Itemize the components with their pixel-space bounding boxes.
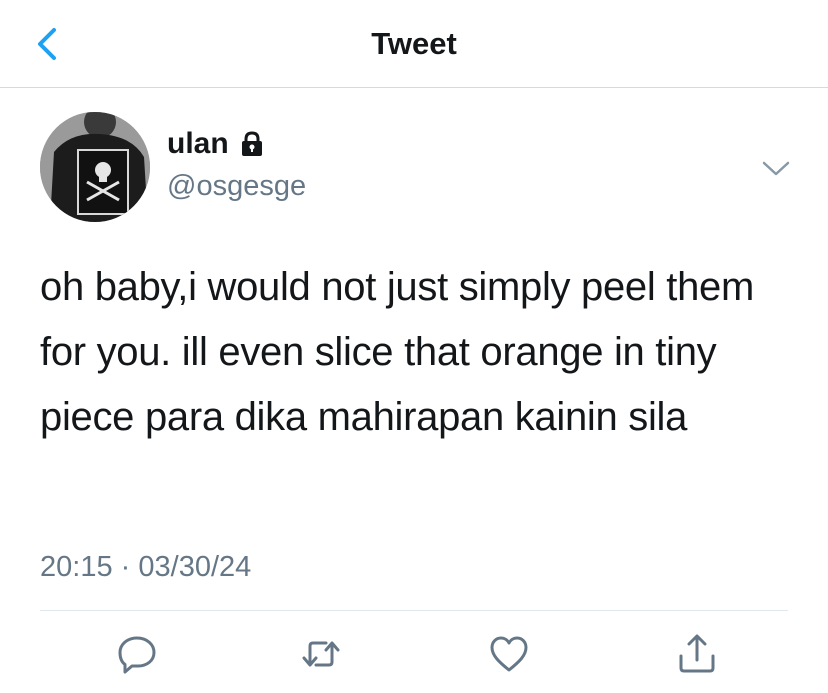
share-button[interactable] <box>675 632 719 676</box>
timestamp-separator: · <box>120 551 131 583</box>
user-handle[interactable]: @osgesge <box>167 170 306 203</box>
tweet-date: 03/30/24 <box>138 551 252 583</box>
display-name-row[interactable]: ulan <box>167 127 265 161</box>
tweet-time: 20:15 <box>40 551 113 583</box>
reply-icon <box>118 636 156 674</box>
tweet-text: oh baby,i would not just simply peel the… <box>40 265 755 439</box>
chevron-down-icon <box>762 161 790 176</box>
divider <box>40 610 788 611</box>
lock-icon <box>241 131 262 156</box>
page-title: Tweet <box>371 26 457 61</box>
reply-button[interactable] <box>115 632 159 676</box>
top-nav-bar: Tweet <box>0 0 828 88</box>
share-icon <box>679 634 715 673</box>
like-button[interactable] <box>487 632 531 676</box>
avatar-image <box>40 112 150 222</box>
retweet-button[interactable] <box>299 632 343 676</box>
retweet-icon <box>302 641 340 667</box>
display-name: ulan <box>167 127 229 160</box>
avatar[interactable] <box>40 112 150 222</box>
tweet-timestamp: 20:15 · 03/30/24 <box>40 551 251 584</box>
heart-icon <box>490 636 528 672</box>
more-options-button[interactable] <box>758 150 794 186</box>
